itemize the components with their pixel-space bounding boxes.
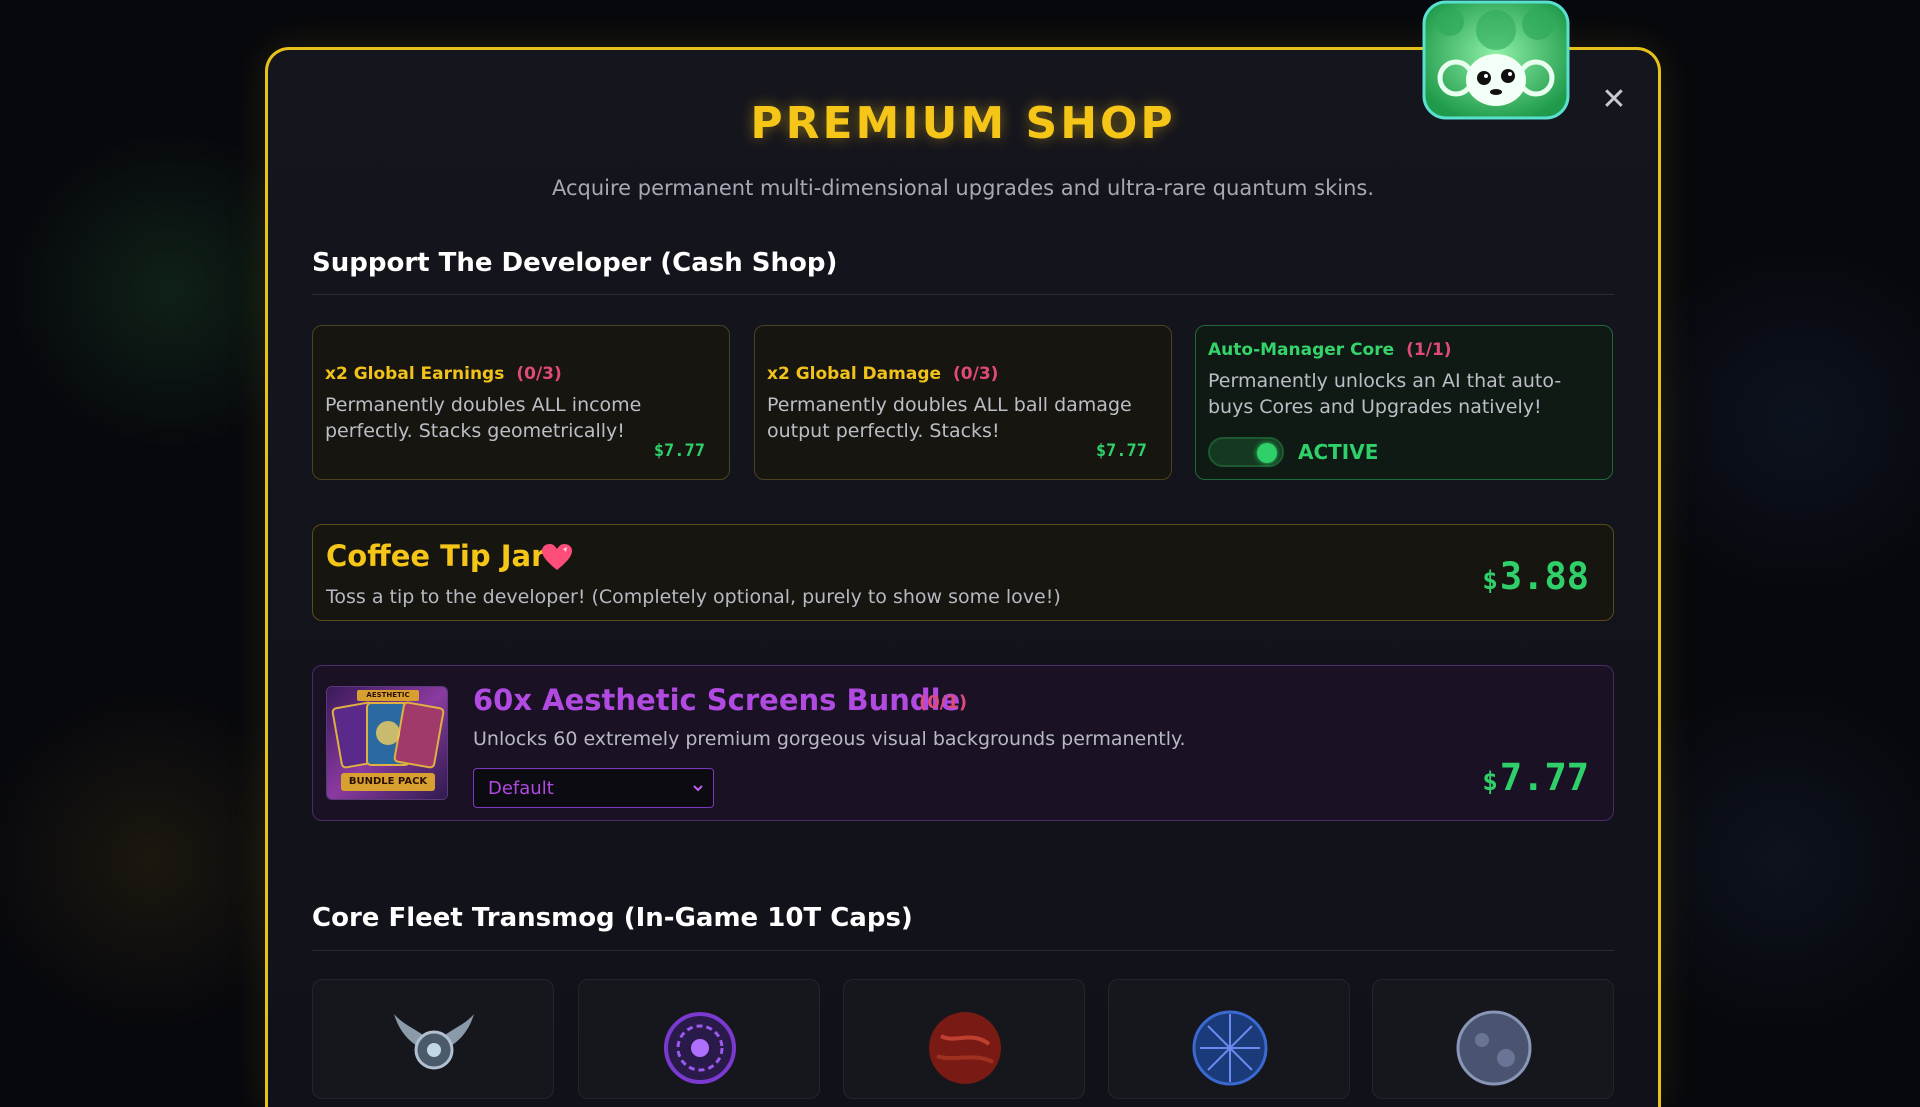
- damage-upgrade-card[interactable]: x2 Global Damage (0/3) Permanently double…: [754, 325, 1172, 480]
- card-price: $7.77: [653, 441, 705, 461]
- transmog-heading: Core Fleet Transmog (In-Game 10T Caps): [312, 903, 913, 933]
- background-select[interactable]: Default: [473, 768, 714, 808]
- card-header: x2 Global Earnings (0/3): [325, 364, 562, 384]
- winged-core-icon: [394, 1014, 474, 1070]
- section-divider: [312, 950, 1614, 951]
- tip-jar-title: Coffee Tip Jar: [326, 539, 546, 573]
- card-name: x2 Global Damage: [767, 364, 942, 384]
- select-value: Default: [488, 778, 554, 799]
- blue-planet-core-icon: [1192, 1010, 1268, 1086]
- currency-symbol: $: [1482, 767, 1498, 797]
- heart-icon: [542, 544, 572, 570]
- card-price: $7.77: [1095, 441, 1147, 461]
- card-header: Auto-Manager Core (1/1): [1208, 340, 1452, 360]
- bundle-thumb-top-label: AESTHETIC: [366, 691, 410, 699]
- bundle-pack-image: AESTHETIC BUNDLE PACK: [326, 686, 448, 800]
- auto-manager-toggle[interactable]: [1208, 437, 1284, 467]
- skin-card-violet-rune-core[interactable]: [578, 979, 820, 1099]
- bundle-description: Unlocks 60 extremely premium gorgeous vi…: [473, 728, 1186, 750]
- cash-shop-heading: Support The Developer (Cash Shop): [312, 248, 838, 278]
- skin-card-grey-planet-core[interactable]: [1372, 979, 1614, 1099]
- card-name: Auto-Manager Core: [1208, 340, 1395, 360]
- price-amount: 7.77: [1499, 756, 1589, 799]
- crimson-core-icon: [929, 1012, 1001, 1084]
- card-header: x2 Global Damage (0/3): [767, 364, 998, 384]
- bundle-price: $7.77: [1482, 756, 1589, 799]
- price-amount: 3.88: [1499, 555, 1589, 598]
- page-subtitle: Acquire permanent multi-dimensional upgr…: [551, 176, 1375, 200]
- aesthetic-screens-bundle-card[interactable]: AESTHETIC BUNDLE PACK 60x Aesthetic Scre…: [312, 665, 1614, 821]
- bundle-count: (0/1): [919, 692, 968, 713]
- card-count: (0/3): [516, 364, 562, 384]
- coffee-tip-jar-card[interactable]: Coffee Tip Jar Toss a tip to the develop…: [312, 524, 1614, 621]
- toggle-knob: [1257, 443, 1277, 463]
- page-title: PREMIUM SHOP: [750, 98, 1176, 149]
- card-description: Permanently doubles ALL income perfectly…: [325, 394, 642, 442]
- tip-jar-description: Toss a tip to the developer! (Completely…: [326, 586, 1061, 608]
- auto-manager-card: Auto-Manager Core (1/1) Permanently unloc…: [1195, 325, 1613, 480]
- chevron-down-icon: [693, 785, 703, 792]
- card-count: (1/1): [1406, 340, 1452, 360]
- tip-jar-price: $3.88: [1482, 555, 1589, 598]
- card-name: x2 Global Earnings: [325, 364, 505, 384]
- violet-rune-core-icon: [664, 1012, 736, 1084]
- bundle-thumb-bottom-label: BUNDLE PACK: [348, 776, 428, 787]
- card-count: (0/3): [953, 364, 999, 384]
- card-description: Permanently doubles ALL ball damage outp…: [767, 394, 1132, 442]
- currency-symbol: $: [1482, 566, 1498, 596]
- earnings-upgrade-card[interactable]: x2 Global Earnings (0/3) Permanently doub…: [312, 325, 730, 480]
- skin-card-blue-planet-core[interactable]: [1108, 979, 1350, 1099]
- skin-card-crimson-core[interactable]: [843, 979, 1085, 1099]
- status-badge: ACTIVE: [1298, 440, 1379, 464]
- section-divider: [312, 294, 1614, 295]
- card-description: Permanently unlocks an AI that auto-buys…: [1208, 370, 1562, 418]
- grey-planet-core-icon: [1456, 1010, 1532, 1086]
- bundle-title: 60x Aesthetic Screens Bundle: [473, 683, 961, 717]
- skin-card-winged-core[interactable]: [312, 979, 554, 1099]
